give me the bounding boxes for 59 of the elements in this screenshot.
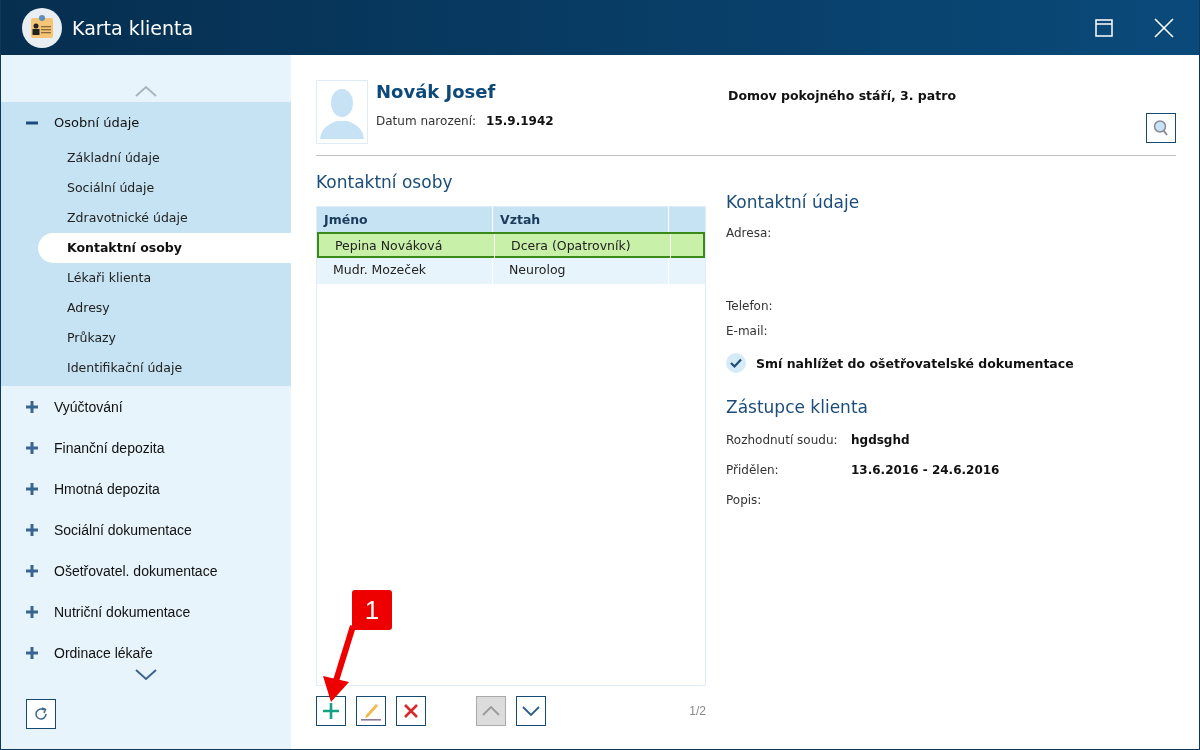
field-label: Adresa:: [726, 226, 772, 240]
delete-button[interactable]: [396, 696, 426, 726]
birth-date: 15.9.1942: [486, 114, 554, 128]
avatar: [316, 80, 368, 144]
edit-button[interactable]: [356, 696, 386, 726]
field-label: Telefon:: [726, 299, 773, 313]
page-indicator: 1/2: [689, 704, 706, 718]
search-button[interactable]: [1146, 113, 1176, 143]
field-value: hgdsghd: [851, 433, 910, 449]
scroll-down-icon[interactable]: [135, 669, 157, 681]
search-icon: [1152, 119, 1170, 137]
column-header[interactable]: Vztah: [493, 207, 669, 232]
sidebar-section[interactable]: Sociální dokumentace: [1, 509, 291, 550]
step-badge: 1: [352, 590, 392, 630]
table-row[interactable]: Pepina Nováková Dcera (Opatrovník): [317, 232, 705, 258]
client-name: Novák Josef: [376, 81, 497, 102]
plus-icon: [322, 702, 340, 720]
add-button[interactable]: [316, 696, 346, 726]
table-row[interactable]: Mudr. Mozeček Neurolog: [317, 258, 705, 284]
chevron-down-icon: [522, 706, 540, 716]
sidebar-item[interactable]: Zdravotnické údaje: [38, 203, 291, 233]
field-label: Popis:: [726, 493, 763, 509]
maximize-icon: [1095, 18, 1113, 37]
field-label: Přidělen:: [726, 463, 780, 479]
sidebar-section[interactable]: Finanční depozita: [1, 427, 291, 468]
sidebar-section[interactable]: Ordinace lékaře: [1, 632, 291, 669]
refresh-icon: [33, 706, 49, 722]
sidebar-section[interactable]: Ošetřovatel. dokumentace: [1, 550, 291, 591]
sidebar-item[interactable]: Základní údaje: [38, 143, 291, 173]
sidebar-section[interactable]: Osobní údaje: [1, 102, 291, 143]
sidebar-section[interactable]: Nutriční dokumentace: [1, 591, 291, 632]
section-heading: Kontaktní údaje: [726, 192, 861, 212]
close-icon: [1154, 17, 1174, 38]
sidebar-item[interactable]: Kontaktní osoby: [38, 233, 291, 263]
permission-label: Smí nahlížet do ošetřovatelské dokumentace: [756, 355, 1074, 371]
down-button[interactable]: [516, 696, 546, 726]
sidebar-section[interactable]: Vyúčtování: [1, 386, 291, 427]
sidebar-section[interactable]: Hmotná depozita: [1, 468, 291, 509]
sidebar-item[interactable]: Lékaři klienta: [38, 263, 291, 293]
column-header[interactable]: Jméno: [317, 207, 493, 232]
cross-icon: [403, 703, 419, 719]
refresh-button[interactable]: [26, 699, 56, 729]
sidebar-item[interactable]: Adresy: [38, 293, 291, 323]
field-label: Rozhodnutí soudu:: [726, 433, 839, 449]
sidebar-item[interactable]: Identifikační údaje: [38, 353, 291, 383]
table-cell: Mudr. Mozeček: [317, 258, 493, 284]
section-heading: Zástupce klienta: [726, 397, 869, 417]
window-title: Karta klienta: [72, 16, 194, 39]
sidebar-item[interactable]: Průkazy: [38, 323, 291, 353]
birth-date-label: Datum narození:: [376, 114, 477, 128]
pencil-icon: [360, 701, 382, 721]
facility: Domov pokojného stáří, 3. patro: [728, 88, 957, 103]
section-heading: Kontaktní osoby: [316, 172, 454, 192]
field-label: E-mail:: [726, 324, 768, 338]
chevron-up-icon: [482, 706, 500, 716]
sidebar-item[interactable]: Sociální údaje: [38, 173, 291, 203]
table-cell: Neurolog: [493, 258, 669, 284]
client-card-icon: [22, 7, 62, 48]
field-value: 13.6.2016 - 24.6.2016: [851, 463, 1000, 479]
